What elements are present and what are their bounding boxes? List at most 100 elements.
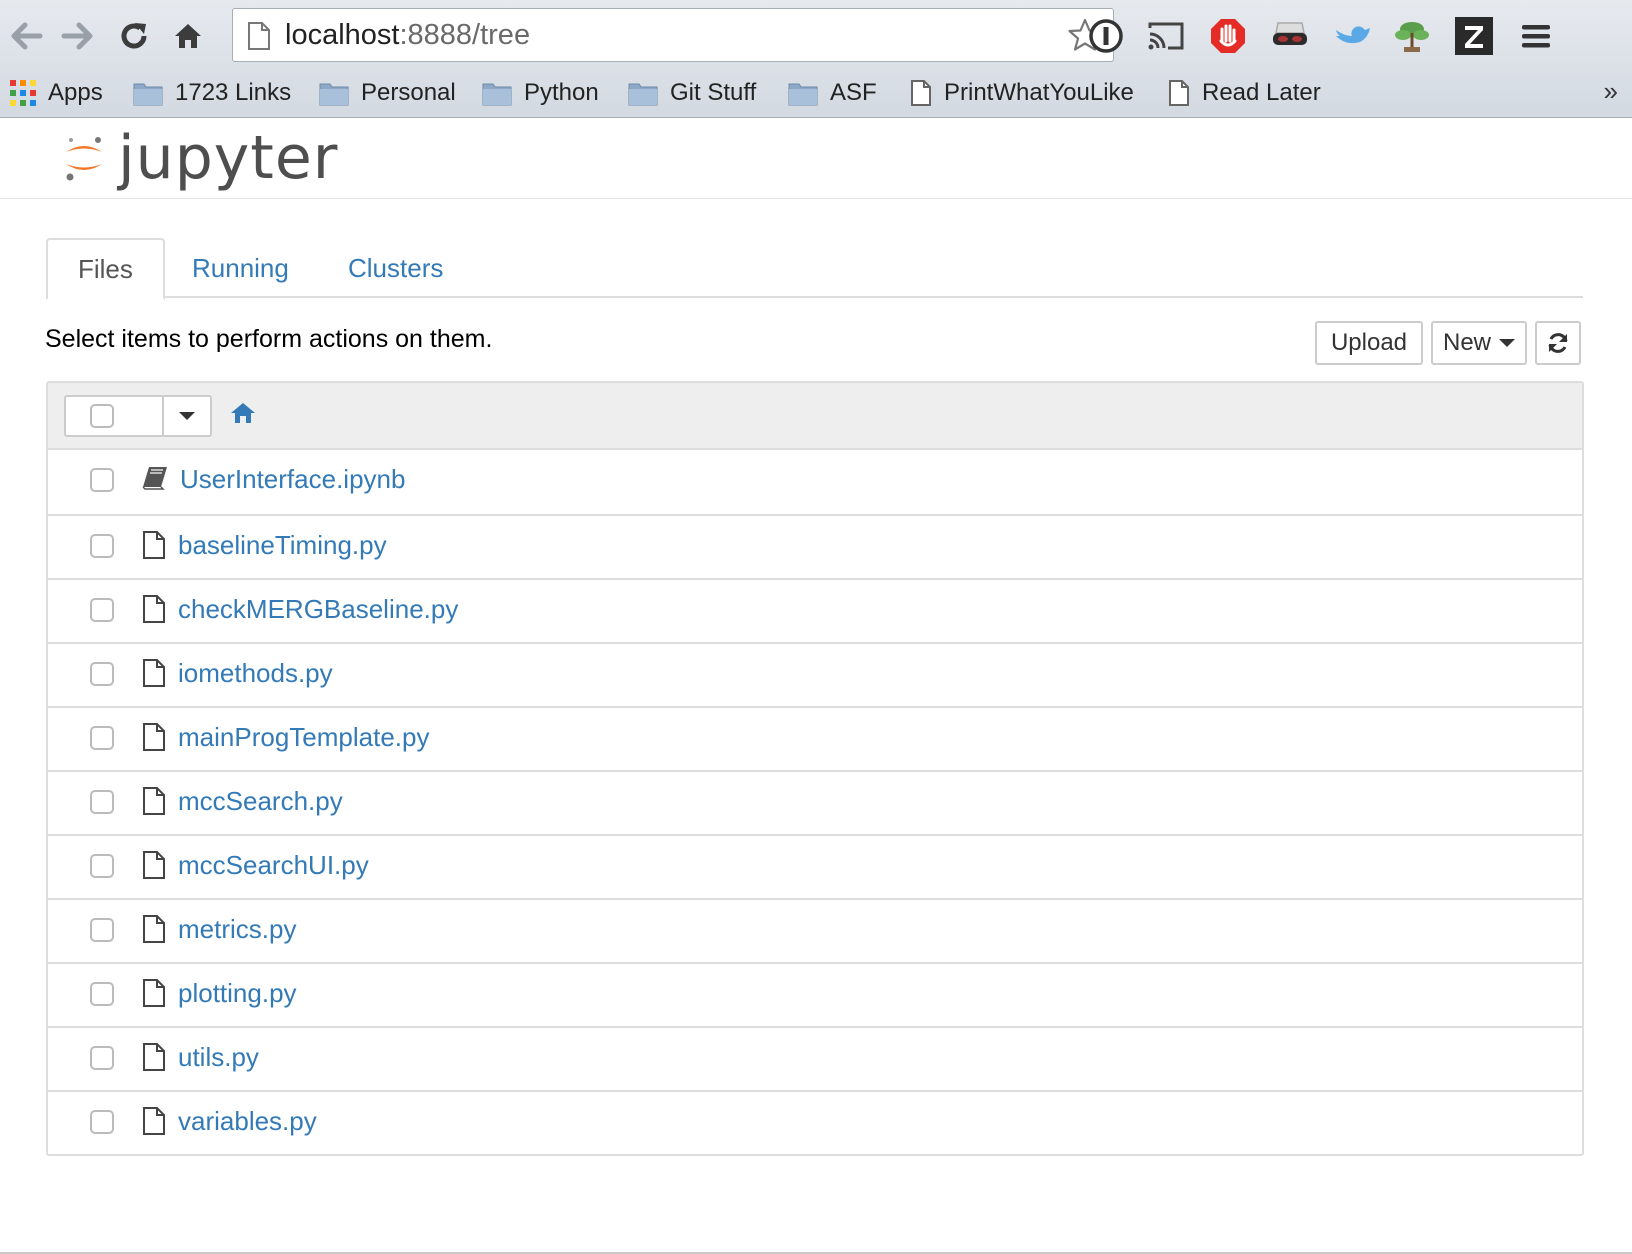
breadcrumb-home-icon[interactable] bbox=[230, 401, 256, 430]
bookmark-folder-1723-links[interactable]: 1723 Links bbox=[133, 75, 291, 111]
notebook-icon bbox=[142, 464, 168, 495]
file-link[interactable]: plotting.py bbox=[178, 978, 297, 1009]
select-all-checkbox[interactable] bbox=[90, 404, 114, 428]
cast-icon[interactable] bbox=[1144, 14, 1188, 58]
list-item[interactable]: variables.py bbox=[48, 1090, 1582, 1154]
list-item[interactable]: iomethods.py bbox=[48, 642, 1582, 706]
back-arrow-icon bbox=[11, 22, 43, 50]
forward-button[interactable] bbox=[56, 14, 100, 58]
file-list-header bbox=[48, 383, 1582, 450]
url-host: localhost bbox=[285, 19, 400, 51]
bookmark-printwhatyoulike[interactable]: PrintWhatYouLike bbox=[910, 75, 1134, 111]
tab-files[interactable]: Files bbox=[46, 238, 165, 300]
bookmark-read-later[interactable]: Read Later bbox=[1168, 75, 1321, 111]
file-icon bbox=[142, 722, 166, 757]
row-checkbox[interactable] bbox=[90, 598, 114, 622]
bookmark-folder-python[interactable]: Python bbox=[482, 75, 599, 111]
bookmarks-overflow-chevron[interactable]: » bbox=[1604, 76, 1618, 107]
row-checkbox[interactable] bbox=[90, 854, 114, 878]
row-checkbox[interactable] bbox=[90, 468, 114, 492]
menu-icon[interactable] bbox=[1514, 14, 1558, 58]
adblock-icon[interactable] bbox=[1206, 14, 1250, 58]
jupyter-header: jupyter bbox=[0, 119, 1632, 199]
bookmark-folder-personal[interactable]: Personal bbox=[319, 75, 456, 111]
bookmark-label: Personal bbox=[361, 79, 456, 106]
list-item[interactable]: baselineTiming.py bbox=[48, 514, 1582, 578]
file-link[interactable]: mainProgTemplate.py bbox=[178, 722, 429, 753]
bookmark-label: Git Stuff bbox=[670, 79, 757, 106]
row-checkbox[interactable] bbox=[90, 726, 114, 750]
tab-clusters[interactable]: Clusters bbox=[318, 238, 473, 298]
file-link[interactable]: iomethods.py bbox=[178, 658, 333, 689]
list-item[interactable]: checkMERGBaseline.py bbox=[48, 578, 1582, 642]
file-link[interactable]: metrics.py bbox=[178, 914, 296, 945]
home-icon bbox=[175, 24, 201, 48]
row-checkbox[interactable] bbox=[90, 982, 114, 1006]
bird-icon[interactable] bbox=[1330, 14, 1374, 58]
file-link[interactable]: variables.py bbox=[178, 1106, 317, 1137]
file-link[interactable]: UserInterface.ipynb bbox=[180, 464, 405, 495]
info-icon[interactable] bbox=[1084, 14, 1128, 58]
file-link[interactable]: checkMERGBaseline.py bbox=[178, 594, 458, 625]
file-link[interactable]: baselineTiming.py bbox=[178, 530, 387, 561]
row-checkbox[interactable] bbox=[90, 918, 114, 942]
address-bar[interactable]: localhost:8888/tree bbox=[232, 8, 1114, 62]
row-checkbox[interactable] bbox=[90, 1046, 114, 1070]
list-item[interactable]: utils.py bbox=[48, 1026, 1582, 1090]
row-checkbox[interactable] bbox=[90, 662, 114, 686]
bookmark-label: PrintWhatYouLike bbox=[944, 79, 1134, 106]
tab-label: Files bbox=[78, 253, 133, 284]
folder-icon bbox=[133, 80, 163, 106]
list-item[interactable]: mccSearch.py bbox=[48, 770, 1582, 834]
bookmark-apps[interactable]: Apps bbox=[10, 75, 103, 111]
bookmarks-bar: Apps 1723 Links Personal Python Git Stuf… bbox=[0, 68, 1632, 118]
reload-button[interactable] bbox=[112, 14, 156, 58]
row-checkbox[interactable] bbox=[90, 534, 114, 558]
caret-down-icon bbox=[179, 412, 195, 420]
refresh-button[interactable] bbox=[1535, 321, 1581, 365]
new-dropdown-button[interactable]: New bbox=[1431, 321, 1527, 365]
bookmark-folder-asf[interactable]: ASF bbox=[788, 75, 877, 111]
file-icon bbox=[142, 914, 166, 949]
folder-icon bbox=[319, 80, 349, 106]
incognito-mask-icon[interactable] bbox=[1268, 14, 1312, 58]
jupyter-logo[interactable]: jupyter bbox=[62, 125, 338, 191]
folder-icon bbox=[482, 80, 512, 106]
row-checkbox[interactable] bbox=[90, 790, 114, 814]
bookmark-folder-git-stuff[interactable]: Git Stuff bbox=[628, 75, 756, 111]
folder-icon bbox=[628, 80, 658, 106]
select-all-checkbox-wrap[interactable] bbox=[66, 397, 164, 435]
file-list: UserInterface.ipynb baselineTiming.py ch… bbox=[46, 381, 1584, 1156]
back-button[interactable] bbox=[4, 14, 48, 58]
select-all-group bbox=[64, 395, 212, 437]
file-link[interactable]: mccSearch.py bbox=[178, 786, 343, 817]
bonsai-icon[interactable] bbox=[1390, 14, 1434, 58]
tab-label: Clusters bbox=[348, 252, 444, 283]
bookmark-label: Apps bbox=[48, 79, 103, 106]
file-icon bbox=[142, 594, 166, 629]
home-button[interactable] bbox=[166, 14, 210, 58]
list-item[interactable]: UserInterface.ipynb bbox=[48, 450, 1582, 514]
page-icon bbox=[247, 21, 271, 56]
bookmark-label: ASF bbox=[830, 79, 877, 106]
bookmark-label: 1723 Links bbox=[175, 79, 292, 106]
refresh-icon bbox=[1548, 333, 1568, 353]
file-icon bbox=[142, 850, 166, 885]
tab-running[interactable]: Running bbox=[162, 238, 319, 298]
select-menu-dropdown[interactable] bbox=[164, 397, 210, 435]
list-item[interactable]: mccSearchUI.py bbox=[48, 834, 1582, 898]
file-link[interactable]: mccSearchUI.py bbox=[178, 850, 369, 881]
row-checkbox[interactable] bbox=[90, 1110, 114, 1134]
url-text: localhost:8888/tree bbox=[285, 19, 530, 52]
jupyter-logo-icon bbox=[66, 137, 102, 181]
upload-button[interactable]: Upload bbox=[1315, 321, 1423, 365]
new-label: New bbox=[1442, 329, 1491, 356]
reload-icon bbox=[121, 23, 147, 49]
apps-grid-icon bbox=[10, 80, 36, 106]
file-link[interactable]: utils.py bbox=[178, 1042, 259, 1073]
list-item[interactable]: plotting.py bbox=[48, 962, 1582, 1026]
list-item[interactable]: metrics.py bbox=[48, 898, 1582, 962]
file-icon bbox=[142, 1106, 166, 1141]
zotero-z-icon[interactable] bbox=[1452, 14, 1496, 58]
list-item[interactable]: mainProgTemplate.py bbox=[48, 706, 1582, 770]
